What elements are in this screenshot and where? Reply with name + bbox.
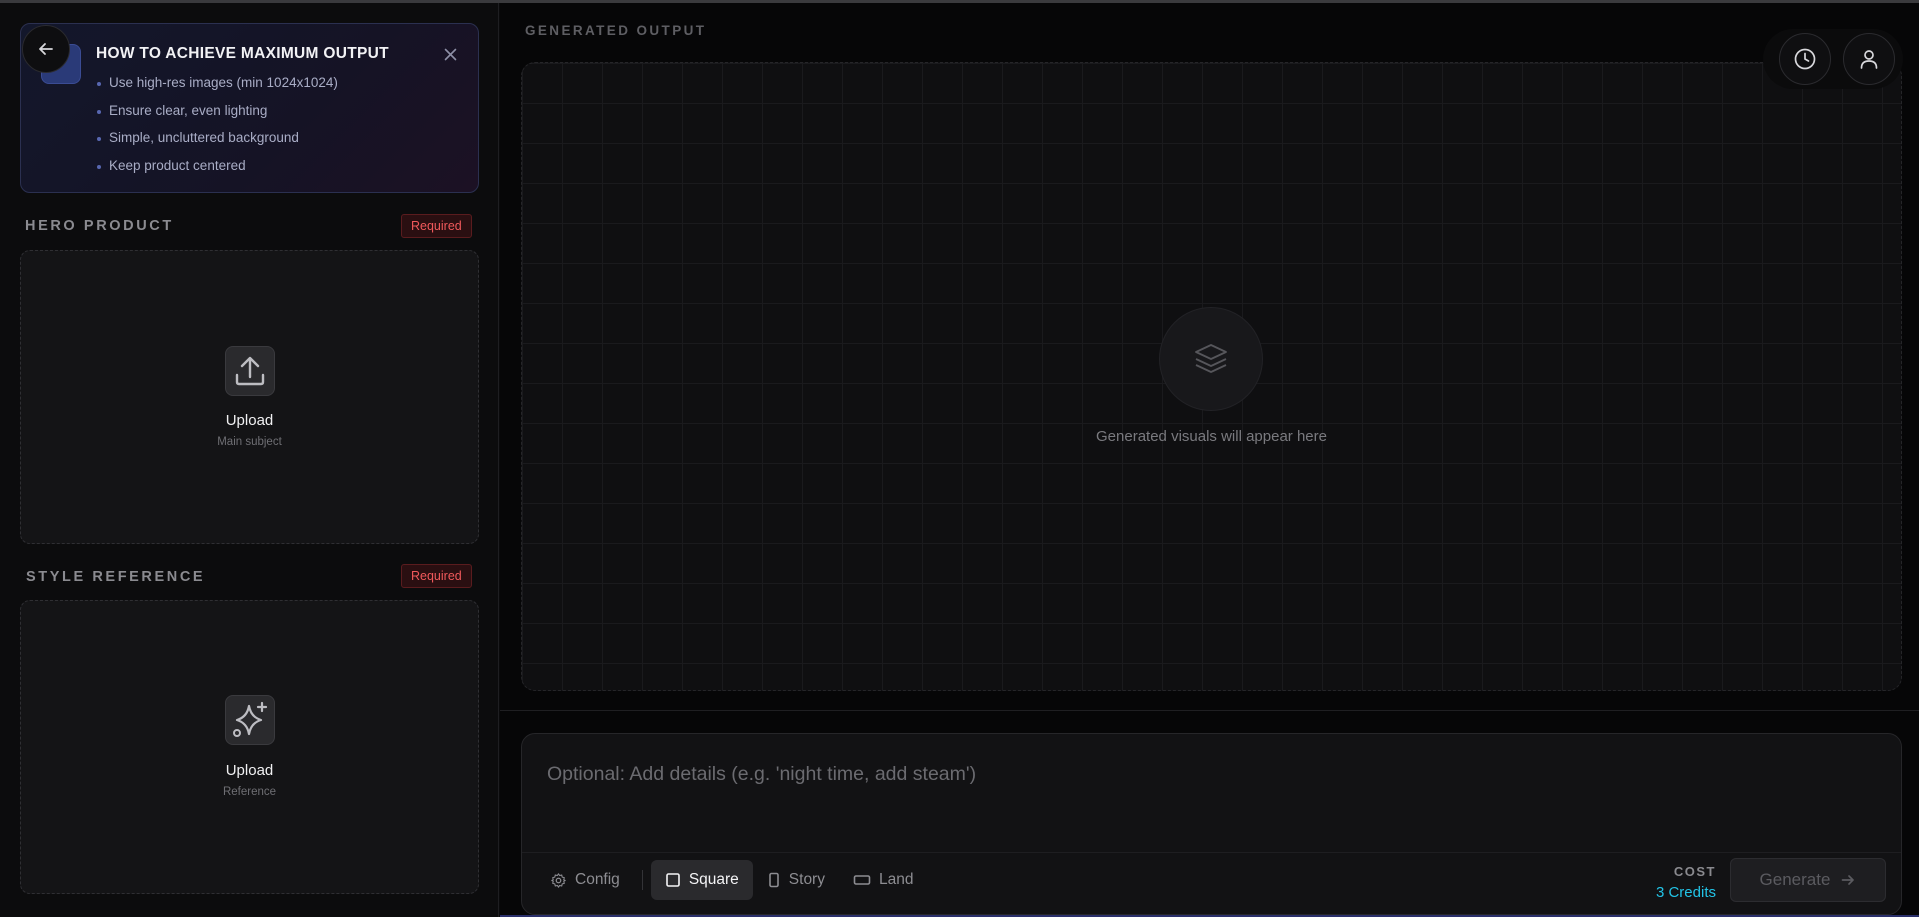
- upload-icon: [235, 356, 265, 386]
- square-icon: [666, 873, 680, 887]
- layers-icon-circle: [1159, 307, 1263, 411]
- panel-divider: [500, 710, 1919, 711]
- hero-required-badge: Required: [401, 214, 472, 238]
- composer-toolbar: Config Square Story Land: [536, 860, 927, 900]
- output-canvas: Generated visuals will appear here: [521, 62, 1902, 691]
- style-upload-dropzone[interactable]: Upload Reference: [20, 600, 479, 894]
- style-required-badge: Required: [401, 564, 472, 588]
- tips-title: HOW TO ACHIEVE MAXIMUM OUTPUT: [96, 45, 389, 62]
- tips-list: Use high-res images (min 1024x1024) Ensu…: [97, 72, 338, 182]
- cost-label: COST: [1673, 864, 1716, 879]
- gear-icon: [551, 872, 566, 888]
- close-tips-button[interactable]: [440, 44, 460, 64]
- composer-divider: [522, 852, 1901, 853]
- config-button[interactable]: Config: [536, 860, 634, 900]
- generate-button[interactable]: Generate: [1730, 858, 1886, 902]
- ratio-land-button[interactable]: Land: [839, 860, 927, 900]
- style-upload-label: Upload: [225, 762, 274, 779]
- top-action-group: [1763, 29, 1903, 89]
- tip-item: Simple, uncluttered background: [97, 127, 338, 155]
- generated-output-label: GENERATED OUTPUT: [525, 23, 707, 38]
- prompt-input[interactable]: [523, 735, 1900, 845]
- clock-icon: [1794, 48, 1816, 70]
- layers-icon: [1195, 344, 1227, 373]
- prompt-composer: Config Square Story Land COST 3 Credits …: [521, 733, 1902, 915]
- style-upload-sublabel: Reference: [222, 786, 277, 798]
- hero-upload-label: Upload: [225, 412, 274, 429]
- profile-button[interactable]: [1843, 33, 1895, 85]
- sparkle-icon-box: [225, 695, 275, 745]
- user-icon: [1860, 50, 1878, 69]
- upload-icon-box: [225, 346, 275, 396]
- ratio-square-button[interactable]: Square: [650, 860, 753, 900]
- toolbar-separator: [641, 870, 643, 890]
- close-icon: [444, 48, 456, 60]
- landscape-icon: [853, 875, 871, 885]
- portrait-icon: [768, 872, 779, 888]
- style-reference-label: STYLE REFERENCE: [26, 569, 206, 585]
- output-panel: GENERATED OUTPUT Generated visuals will …: [500, 3, 1919, 915]
- tips-card: HOW TO ACHIEVE MAXIMUM OUTPUT Use high-r…: [20, 23, 479, 193]
- empty-output-text: Generated visuals will appear here: [1096, 428, 1327, 445]
- tip-item: Use high-res images (min 1024x1024): [97, 72, 338, 100]
- tip-item: Ensure clear, even lighting: [97, 100, 338, 128]
- hero-upload-sublabel: Main subject: [217, 436, 282, 448]
- arrow-left-icon: [39, 43, 53, 55]
- hero-upload-dropzone[interactable]: Upload Main subject: [20, 250, 479, 544]
- ratio-story-button[interactable]: Story: [753, 860, 839, 900]
- arrow-right-icon: [1842, 875, 1855, 885]
- hero-product-label: HERO PRODUCT: [25, 218, 174, 234]
- tip-item: Keep product centered: [97, 155, 338, 183]
- cost-display: COST 3 Credits: [1656, 864, 1716, 901]
- sparkle-icon: [233, 701, 268, 737]
- cost-value: 3 Credits: [1655, 884, 1716, 901]
- back-button[interactable]: [22, 25, 70, 73]
- input-panel: HOW TO ACHIEVE MAXIMUM OUTPUT Use high-r…: [0, 3, 499, 917]
- history-button[interactable]: [1779, 33, 1831, 85]
